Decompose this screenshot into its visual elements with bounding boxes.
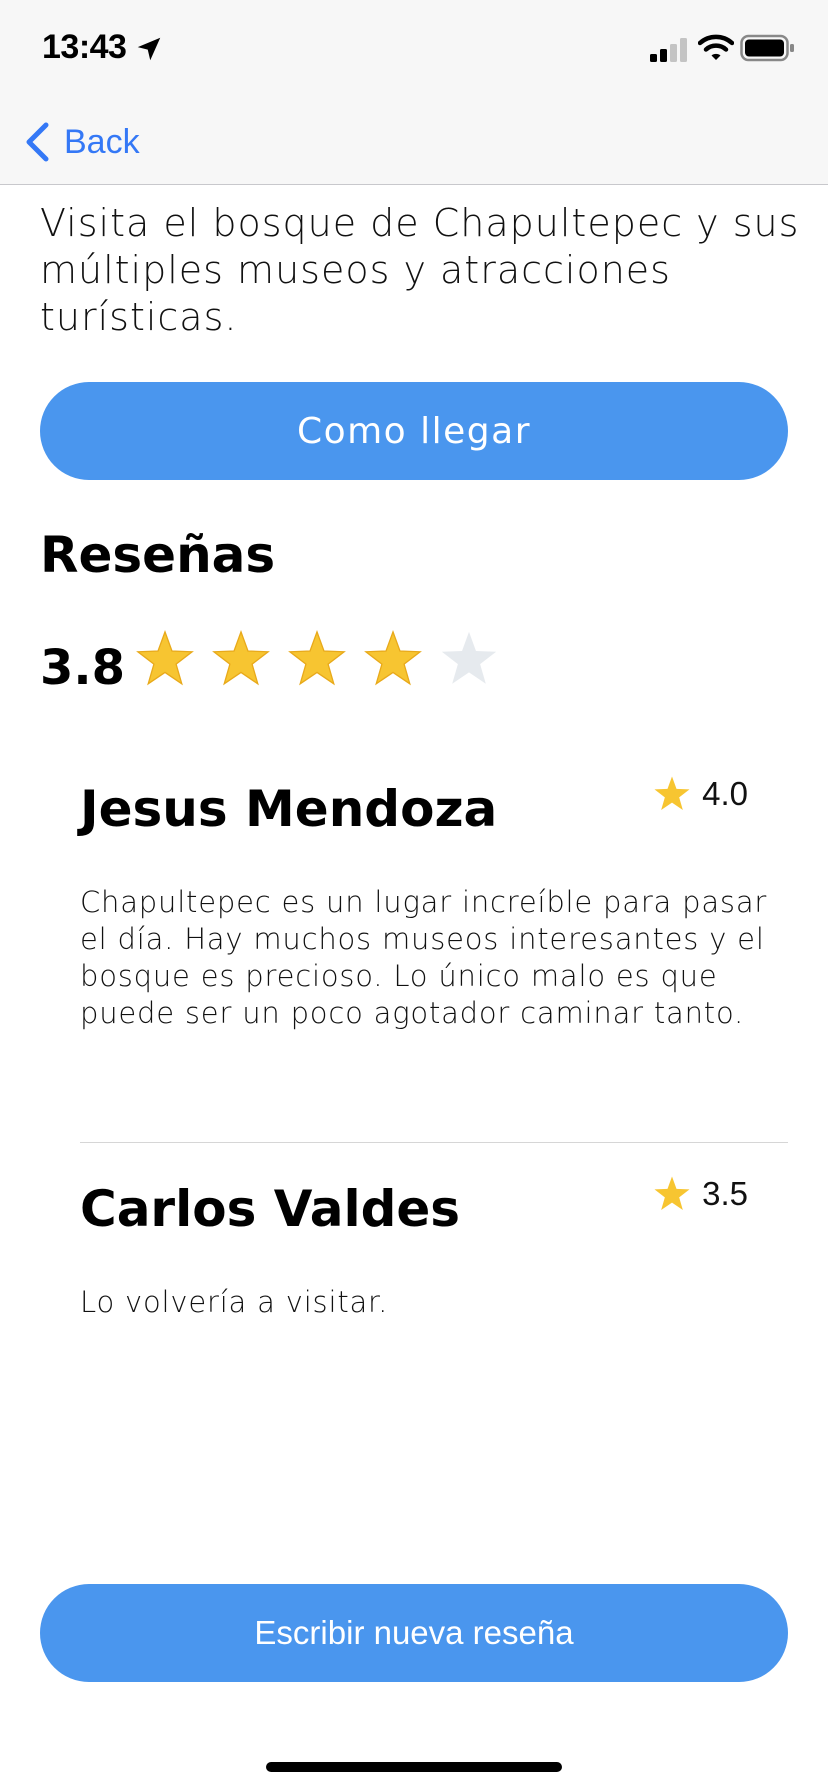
review-body: Chapultepec es un lugar increíble para p… [80, 885, 768, 1030]
place-description: Visita el bosque de Chapultepec y sus mú… [40, 201, 800, 339]
star-empty-icon [441, 631, 497, 684]
battery-icon [740, 34, 794, 62]
reviews-section-title: Reseñas [40, 526, 276, 584]
review-item: Carlos Valdes 3.5 Lo volvería a visitar. [80, 1175, 788, 1321]
review-score-value: 4.0 [702, 775, 748, 812]
review-score: 3.5 [652, 1174, 748, 1214]
chevron-left-icon [26, 122, 49, 162]
navigation-bar: Back [0, 100, 828, 185]
review-score-value: 3.5 [702, 1175, 748, 1212]
cellular-signal-icon [650, 38, 687, 62]
review-score: 4.0 [652, 774, 748, 814]
star-icon [654, 776, 690, 810]
star-filled-icon [364, 629, 422, 686]
directions-button[interactable]: Como llegar [40, 382, 788, 480]
home-indicator[interactable] [266, 1762, 562, 1772]
review-divider [80, 1142, 788, 1143]
review-item: Jesus Mendoza 4.0 Chapultepec es un luga… [80, 775, 788, 1032]
wifi-icon [698, 34, 734, 60]
star-icon [654, 1176, 690, 1210]
write-review-button[interactable]: Escribir nueva reseña [40, 1584, 788, 1682]
average-rating: 3.8 [40, 640, 126, 696]
review-body: Lo volvería a visitar. [80, 1285, 389, 1319]
location-arrow-icon [137, 37, 161, 61]
average-rating-stars [134, 628, 500, 690]
star-filled-icon [288, 629, 346, 686]
back-label: Back [64, 122, 140, 161]
back-button[interactable]: Back [24, 118, 140, 166]
status-time: 13:43 [42, 28, 127, 66]
star-filled-icon [136, 629, 194, 686]
star-filled-icon [212, 629, 270, 686]
status-bar: 13:43 [0, 0, 828, 100]
